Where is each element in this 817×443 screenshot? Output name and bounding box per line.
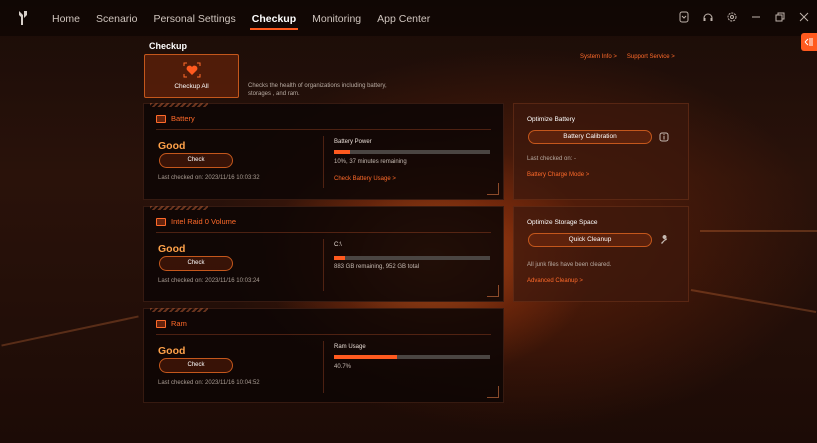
card-header: Ram [156,319,187,328]
ram-progress-bar [334,355,490,359]
last-checked-text: Last checked on: - [527,156,577,162]
card-title: Ram [171,319,187,328]
optimize-storage-panel: Optimize Storage Space Quick Cleanup All… [513,206,689,302]
cleanup-status-text: All junk files have been cleared. [527,262,612,268]
heart-scan-icon [183,62,201,78]
nav-home[interactable]: Home [44,0,88,36]
progress-fill [334,355,398,359]
storage-progress-bar [334,256,490,260]
card-corner-decoration [487,183,499,195]
nav-app-center[interactable]: App Center [369,0,438,36]
panel-title: Optimize Storage Space [527,219,598,226]
headset-icon[interactable] [701,10,715,24]
card-vertical-divider [323,341,324,393]
background-streak [1,315,139,347]
last-checked-text: Last checked on: 2023/11/16 10:04:52 [158,380,260,386]
card-corner-decoration [487,386,499,398]
card-header: Intel Raid 0 Volume [156,217,236,226]
info-icon[interactable] [659,132,669,142]
nav-monitoring[interactable]: Monitoring [304,0,369,36]
background-streak [690,288,817,314]
status-text: Good [158,345,186,357]
page-title: Checkup [149,41,188,51]
card-divider [156,129,491,130]
ram-chip-icon [156,319,166,328]
header-links: System Info > Support Service > [580,54,675,60]
close-icon[interactable] [797,10,811,24]
side-panel-toggle[interactable] [801,33,817,51]
top-navigation-bar: Home Scenario Personal Settings Checkup … [0,0,817,36]
card-vertical-divider [323,239,324,291]
nav-checkup[interactable]: Checkup [244,0,304,36]
checkup-all-label: Checkup All [174,83,209,90]
last-checked-text: Last checked on: 2023/11/16 10:03:32 [158,175,260,181]
progress-fill [334,256,346,260]
metric-title: C:\ [334,242,342,248]
background-streak [700,230,817,232]
nav-personal-settings[interactable]: Personal Settings [145,0,243,36]
battery-calibration-button[interactable]: Battery Calibration [528,130,652,144]
app-logo-icon [19,11,27,25]
battery-card: Battery Good Check Last checked on: 2023… [143,103,504,200]
main-nav: Home Scenario Personal Settings Checkup … [44,0,438,36]
minimize-icon[interactable] [749,10,763,24]
nav-scenario[interactable]: Scenario [88,0,145,36]
metric-subtext: 10%, 37 minutes remaining [334,159,407,165]
window-controls [677,10,811,24]
card-hatch-decoration [150,103,208,107]
card-title: Intel Raid 0 Volume [171,217,237,226]
battery-charge-mode-link[interactable]: Battery Charge Mode > [527,172,589,178]
metric-subtext: 40.7% [334,364,352,370]
panel-title: Optimize Battery [527,116,576,123]
card-hatch-decoration [150,308,208,312]
card-vertical-divider [323,136,324,188]
card-divider [156,232,491,233]
progress-fill [334,150,350,154]
system-info-link[interactable]: System Info > [580,54,617,60]
check-storage-button[interactable]: Check [159,256,233,271]
restore-icon[interactable] [773,10,787,24]
metric-title: Battery Power [334,139,372,145]
card-title: Battery [171,114,195,123]
optimize-battery-panel: Optimize Battery Battery Calibration Las… [513,103,689,200]
quick-cleanup-button[interactable]: Quick Cleanup [528,233,652,247]
ram-card: Ram Good Check Last checked on: 2023/11/… [143,308,504,403]
storage-drive-icon [156,217,166,226]
check-battery-usage-link[interactable]: Check Battery Usage > [334,176,396,182]
status-text: Good [158,140,186,152]
card-corner-decoration [487,285,499,297]
status-text: Good [158,243,186,255]
battery-icon [156,114,166,123]
storage-card: Intel Raid 0 Volume Good Check Last chec… [143,206,504,302]
check-ram-button[interactable]: Check [159,358,233,373]
wrench-icon[interactable] [659,235,669,245]
settings-icon[interactable] [725,10,739,24]
check-battery-button[interactable]: Check [159,153,233,168]
last-checked-text: Last checked on: 2023/11/16 10:03:24 [158,278,260,284]
advanced-cleanup-link[interactable]: Advanced Cleanup > [527,278,583,284]
card-hatch-decoration [150,206,208,210]
battery-progress-bar [334,150,490,154]
battery-status-icon[interactable] [677,10,691,24]
checkup-all-button[interactable]: Checkup All [144,54,239,98]
card-divider [156,334,491,335]
support-service-link[interactable]: Support Service > [627,54,675,60]
checkup-description: Checks the health of organizations inclu… [248,83,387,97]
card-header: Battery [156,114,195,123]
metric-title: Ram Usage [334,344,366,350]
side-panel-icon [804,38,813,46]
metric-subtext: 883 GB remaining, 952 GB total [334,264,420,270]
